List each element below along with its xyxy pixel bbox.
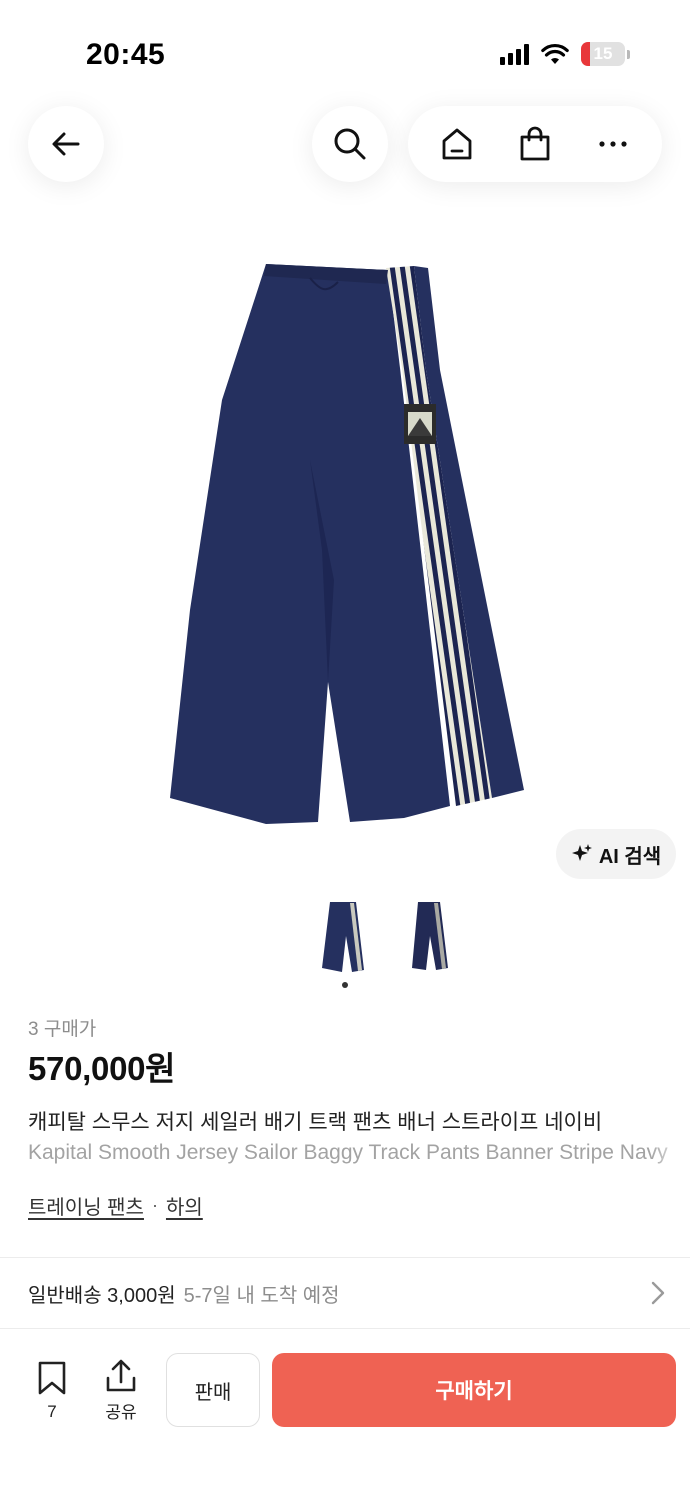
- thumbnail-back[interactable]: [402, 896, 460, 974]
- share-icon: [106, 1359, 136, 1392]
- category-link-training-pants[interactable]: 트레이닝 팬츠: [28, 1191, 144, 1220]
- status-icons: 15: [500, 42, 630, 66]
- bookmark-button[interactable]: 7: [30, 1360, 74, 1422]
- ai-search-button[interactable]: AI 검색: [556, 829, 676, 879]
- battery-icon: 15: [581, 42, 630, 66]
- nav-action-group: [408, 106, 662, 182]
- shipping-method: 일반배송 3,000원: [28, 1284, 176, 1307]
- top-nav: [0, 104, 690, 184]
- bottom-action-bar: 7 공유 판매 구매하기: [0, 1336, 690, 1500]
- product-title-en: Kapital Smooth Jersey Sailor Baggy Track…: [28, 1141, 668, 1164]
- divider: [0, 1328, 690, 1329]
- carousel-indicator: [342, 982, 348, 988]
- category-separator: ·: [151, 1195, 158, 1215]
- home-icon: [442, 128, 472, 160]
- product-title-ko: 캐피탈 스무스 저지 세일러 배기 트랙 팬츠 배너 스트라이프 네이비: [28, 1111, 603, 1134]
- search-icon: [334, 128, 366, 160]
- back-button[interactable]: [28, 106, 104, 182]
- purchase-count: 3 구매가: [28, 1019, 97, 1040]
- chevron-right-icon: [651, 1281, 665, 1305]
- category-breadcrumb: 트레이닝 팬츠 · 하의: [28, 1191, 203, 1220]
- product-image[interactable]: [150, 250, 540, 840]
- title-fade: [650, 1100, 690, 1170]
- status-bar: 20:45 15: [0, 0, 690, 110]
- product-price: 570,000원: [28, 1050, 176, 1087]
- sell-button[interactable]: 판매: [166, 1353, 260, 1427]
- category-link-bottoms[interactable]: 하의: [166, 1191, 203, 1220]
- wifi-icon: [541, 43, 569, 64]
- ai-search-label: AI 검색: [598, 845, 662, 868]
- search-button[interactable]: [312, 106, 388, 182]
- bookmark-count: 7: [47, 1402, 57, 1421]
- shipping-row[interactable]: 일반배송 3,000원 5-7일 내 도착 예정: [0, 1258, 690, 1328]
- more-button[interactable]: [583, 114, 643, 174]
- back-arrow-icon: [52, 132, 80, 156]
- thumbnail-strip: [0, 896, 690, 976]
- bookmark-icon: [38, 1361, 66, 1395]
- shipping-eta: 5-7일 내 도착 예정: [183, 1284, 340, 1307]
- share-label: 공유: [105, 1403, 137, 1422]
- more-icon: [599, 141, 627, 147]
- sparkle-icon: [571, 844, 592, 861]
- cart-button[interactable]: [505, 114, 565, 174]
- battery-level: 15: [593, 44, 613, 63]
- home-button[interactable]: [427, 114, 487, 174]
- share-button[interactable]: 공유: [96, 1358, 146, 1423]
- signal-icon: [500, 43, 529, 65]
- status-time: 20:45: [86, 38, 166, 71]
- buy-button[interactable]: 구매하기: [272, 1353, 676, 1427]
- thumbnail-front[interactable]: [316, 896, 374, 974]
- shopping-bag-icon: [520, 126, 550, 161]
